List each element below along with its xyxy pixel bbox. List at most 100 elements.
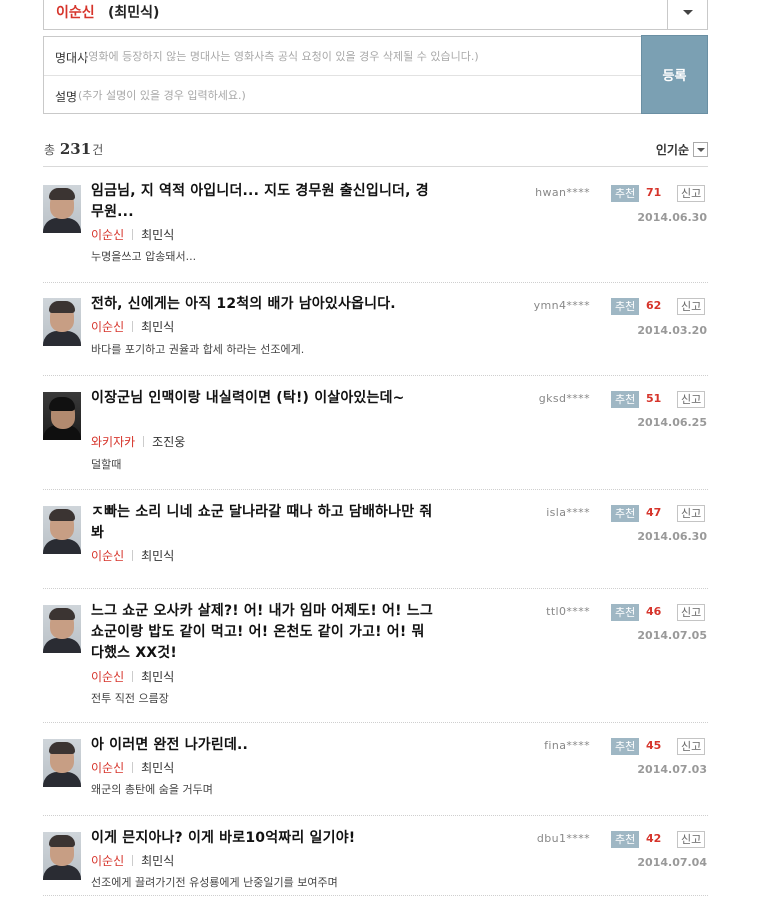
post-date: 2014.06.25 (637, 416, 707, 429)
divider (132, 550, 134, 561)
actor-name[interactable]: 최민식 (141, 228, 174, 242)
credit: 이순신 최민식 (91, 760, 174, 776)
actor-name[interactable]: 최민식 (141, 854, 174, 868)
total-count: 총 231건 (44, 140, 103, 158)
report-button[interactable]: 신고 (677, 185, 706, 202)
report-button[interactable]: 신고 (677, 738, 706, 755)
total-suffix: 건 (92, 143, 104, 157)
actor-avatar (43, 605, 81, 653)
quote-list: 임금님, 지 역적 아입니더... 지도 경무원 출신입니더, 경무원... 이… (43, 167, 708, 896)
character-name[interactable]: 이순신 (91, 670, 124, 684)
quote-description: 왜군의 총탄에 숨을 거두며 (91, 783, 213, 796)
credit: 이순신 최민식 (91, 669, 174, 685)
user-id: isla**** (546, 506, 590, 519)
credit: 이순신 최민식 (91, 227, 174, 243)
sort-select[interactable]: 인기순 (656, 141, 708, 158)
quote-text: 이장군님 인맥이랑 내실력이면 (탁!) 이살아있는데~ (91, 390, 405, 406)
quote-description: 전투 직전 으름장 (91, 692, 169, 705)
recommend-button[interactable]: 추천 (611, 185, 640, 202)
character-name[interactable]: 이순신 (91, 854, 124, 868)
character-name[interactable]: 와키자카 (91, 435, 135, 449)
list-item: 아 이러면 완전 나가린데.. 이순신 최민식 왜군의 총탄에 숨을 거두며 fi… (43, 723, 708, 816)
report-button[interactable]: 신고 (677, 505, 706, 522)
quote-text: ㅈ빠는 소리 니네 쇼군 달나라갈 때나 하고 담배하나만 줘봐 (91, 504, 433, 541)
submit-button[interactable]: 등록 (641, 35, 708, 114)
recommend-button[interactable]: 추천 (611, 604, 640, 621)
report-button[interactable]: 신고 (677, 391, 706, 408)
divider (132, 855, 134, 866)
dropdown-button[interactable] (667, 0, 707, 29)
report-button[interactable]: 신고 (677, 831, 706, 848)
user-id: gksd**** (538, 392, 590, 405)
recommend-button[interactable]: 추천 (611, 391, 640, 408)
divider (132, 229, 134, 240)
list-item: 이장군님 인맥이랑 내실력이면 (탁!) 이살아있는데~ 와키자카 조진웅 덜할때… (43, 376, 708, 490)
quote-description: 선조에게 끌려가기전 유성룡에게 난중일기를 보여주며 (91, 876, 338, 889)
quote-text: 이게 믄지아나? 이게 바로10억짜리 일기야! (91, 830, 356, 846)
recommend-button[interactable]: 추천 (611, 831, 640, 848)
character-name[interactable]: 이순신 (91, 320, 124, 334)
credit: 이순신 최민식 (91, 853, 174, 869)
quote-input[interactable] (84, 45, 634, 67)
user-id: ymn4**** (533, 299, 590, 312)
character-name[interactable]: 이순신 (91, 549, 124, 563)
report-button[interactable]: 신고 (677, 604, 706, 621)
recommend-count: 51 (646, 392, 662, 405)
quote-text: 아 이러면 완전 나가린데.. (91, 737, 249, 753)
quote-form: 명대사 설명 (43, 36, 642, 114)
actor-name[interactable]: 최민식 (141, 320, 174, 334)
character-name[interactable]: 이순신 (91, 761, 124, 775)
credit: 와키자카 조진웅 (91, 434, 185, 450)
list-item: 이게 믄지아나? 이게 바로10억짜리 일기야! 이순신 최민식 선조에게 끌려가… (43, 816, 708, 896)
report-button[interactable]: 신고 (677, 298, 706, 315)
recommend-count: 45 (646, 739, 662, 752)
actor-avatar (43, 298, 81, 346)
chevron-down-icon[interactable] (693, 142, 708, 157)
quote-text: 전하, 신에게는 아직 12척의 배가 남아있사옵니다. (91, 296, 396, 312)
description-row: 설명 (44, 75, 641, 113)
post-date: 2014.06.30 (637, 530, 707, 543)
sort-label: 인기순 (655, 143, 689, 157)
divider (132, 671, 134, 682)
description-label: 설명 (55, 90, 78, 104)
actor-avatar (43, 185, 81, 233)
credit: 이순신 최민식 (91, 319, 174, 335)
post-date: 2014.07.05 (637, 629, 707, 642)
quote-text: 느그 쇼군 오사카 살제?! 어! 내가 임마 어제도! 어! 느그 쇼군이랑 … (91, 603, 433, 661)
selected-character: 이순신 (56, 5, 95, 21)
divider (143, 436, 145, 447)
description-input[interactable] (78, 84, 628, 106)
recommend-count: 62 (646, 299, 662, 312)
post-date: 2014.07.04 (637, 856, 707, 869)
quote-description: 덜할때 (91, 458, 122, 471)
list-item: ㅈ빠는 소리 니네 쇼군 달나라갈 때나 하고 담배하나만 줘봐 이순신 최민식 … (43, 490, 708, 589)
list-item: 느그 쇼군 오사카 살제?! 어! 내가 임마 어제도! 어! 느그 쇼군이랑 … (43, 589, 708, 723)
list-item: 임금님, 지 역적 아입니더... 지도 경무원 출신입니더, 경무원... 이… (43, 167, 708, 283)
actor-avatar (43, 392, 81, 440)
recommend-button[interactable]: 추천 (611, 738, 640, 755)
chevron-down-icon (683, 10, 693, 15)
recommend-count: 47 (646, 506, 662, 519)
recommend-button[interactable]: 추천 (611, 505, 640, 522)
selected-actor: 최민식 (108, 2, 159, 22)
total-prefix: 총 (44, 143, 56, 157)
credit: 이순신 최민식 (91, 548, 174, 564)
recommend-count: 71 (646, 186, 662, 199)
divider (132, 762, 134, 773)
post-date: 2014.07.03 (637, 763, 707, 776)
total-number: 231 (59, 140, 92, 158)
user-id: ttl0**** (546, 605, 590, 618)
quote-description: 누명을쓰고 압송돼서... (91, 250, 197, 263)
actor-name[interactable]: 최민식 (141, 549, 174, 563)
actor-name[interactable]: 조진웅 (152, 435, 185, 449)
post-date: 2014.03.20 (637, 324, 707, 337)
character-select[interactable]: 이순신 최민식 (43, 0, 708, 30)
actor-name[interactable]: 최민식 (141, 670, 174, 684)
quote-text: 임금님, 지 역적 아입니더... 지도 경무원 출신입니더, 경무원... (91, 183, 429, 220)
actor-name[interactable]: 최민식 (141, 761, 174, 775)
recommend-count: 42 (646, 832, 662, 845)
quote-description: 바다를 포기하고 권율과 합세 하라는 선조에게. (91, 343, 305, 356)
character-name[interactable]: 이순신 (91, 228, 124, 242)
recommend-button[interactable]: 추천 (611, 298, 640, 315)
actor-avatar (43, 506, 81, 554)
